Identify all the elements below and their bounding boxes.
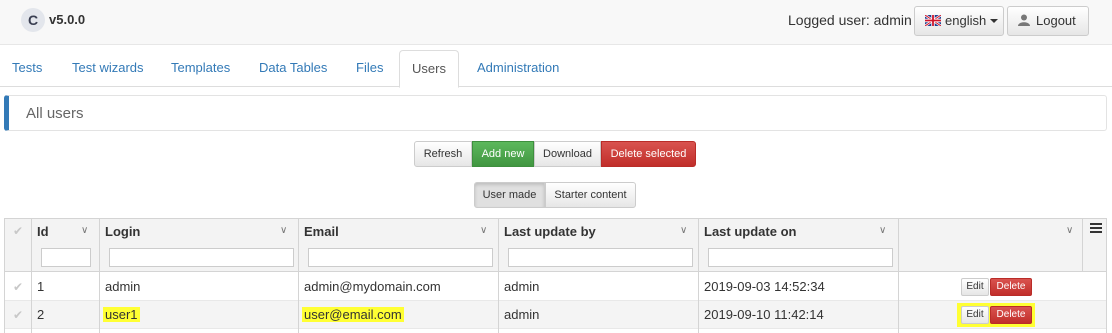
tab-tests[interactable]: Tests <box>0 50 54 87</box>
column-separator <box>31 219 32 333</box>
cell-id: 2 <box>37 307 45 322</box>
filter-last-update-by-input[interactable] <box>508 248 693 267</box>
tab-data-tables[interactable]: Data Tables <box>247 50 339 87</box>
download-button[interactable]: Download <box>534 141 601 167</box>
language-label: english <box>945 13 987 28</box>
column-separator <box>698 219 699 333</box>
panel-title: All users <box>26 105 84 122</box>
row-checkmark-icon[interactable]: ✔ <box>13 308 23 322</box>
users-grid: ✔ Id ∨ Login ∨ Email ∨ Last update by ∨ … <box>4 218 1107 333</box>
panel-header: All users <box>4 95 1107 131</box>
delete-selected-button[interactable]: Delete selected <box>601 141 696 167</box>
column-header-last-update-by[interactable]: Last update by <box>504 224 596 239</box>
tab-files[interactable]: Files <box>344 50 395 87</box>
edit-button[interactable]: Edit <box>961 306 989 324</box>
table-row[interactable]: ✔ 1 admin admin@mydomain.com admin 2019-… <box>5 273 1106 301</box>
cell-last-update-by: admin <box>504 279 540 294</box>
cell-last-update-by: admin <box>504 307 540 322</box>
row-checkmark-icon[interactable]: ✔ <box>13 280 23 294</box>
cell-email: user@email.com <box>302 307 404 322</box>
main-tabs: Tests Test wizards Templates Data Tables… <box>0 50 1112 88</box>
add-new-button[interactable]: Add new <box>472 141 534 167</box>
chevron-down-icon[interactable]: ∨ <box>81 225 88 236</box>
logout-label: Logout <box>1036 13 1076 28</box>
top-navbar: C v5.0.0 Logged user: admin english Logo… <box>0 0 1112 45</box>
chevron-down-icon[interactable]: ∨ <box>280 225 287 236</box>
column-header-email[interactable]: Email <box>304 224 339 239</box>
column-header-id[interactable]: Id <box>37 224 49 239</box>
delete-button[interactable]: Delete <box>990 306 1032 324</box>
edit-button[interactable]: Edit <box>961 278 989 296</box>
filter-login-input[interactable] <box>109 248 294 267</box>
filter-last-update-on-input[interactable] <box>708 248 893 267</box>
user-made-toggle[interactable]: User made <box>474 182 545 208</box>
chevron-down-icon[interactable]: ∨ <box>879 225 886 236</box>
column-separator <box>99 219 100 333</box>
logged-user-label: Logged user: admin <box>788 12 912 28</box>
column-separator <box>1082 219 1083 272</box>
cell-login: admin <box>105 279 141 294</box>
column-separator <box>898 219 899 333</box>
chevron-down-icon[interactable]: ∨ <box>480 225 487 236</box>
cell-email: admin@mydomain.com <box>304 279 441 294</box>
filter-email-input[interactable] <box>308 248 493 267</box>
uk-flag-icon <box>925 15 941 26</box>
refresh-button[interactable]: Refresh <box>414 141 472 167</box>
column-separator <box>498 219 499 333</box>
cell-last-update-on: 2019-09-03 14:52:34 <box>704 279 825 294</box>
app-version: v5.0.0 <box>49 12 86 27</box>
column-header-login[interactable]: Login <box>105 224 140 239</box>
tab-templates[interactable]: Templates <box>159 50 242 87</box>
user-icon <box>1018 14 1030 26</box>
chevron-down-icon <box>990 19 999 23</box>
filter-id-input[interactable] <box>41 248 91 267</box>
language-dropdown[interactable]: english <box>914 6 1004 36</box>
logout-button[interactable]: Logout <box>1007 6 1089 36</box>
chevron-down-icon[interactable]: ∨ <box>1066 225 1073 236</box>
tab-test-wizards[interactable]: Test wizards <box>60 50 156 87</box>
app-logo[interactable]: C <box>21 8 45 32</box>
delete-button[interactable]: Delete <box>990 278 1032 296</box>
tab-administration[interactable]: Administration <box>465 50 571 87</box>
cell-id: 1 <box>37 279 45 294</box>
table-row[interactable]: ✔ 2 user1 user@email.com admin 2019-09-1… <box>5 301 1106 329</box>
grid-header: ✔ Id ∨ Login ∨ Email ∨ Last update by ∨ … <box>5 219 1106 272</box>
hamburger-menu-icon[interactable] <box>1090 223 1102 233</box>
cell-last-update-on: 2019-09-10 11:42:14 <box>704 307 824 322</box>
column-header-last-update-on[interactable]: Last update on <box>704 224 796 239</box>
select-all-checkmark-icon[interactable]: ✔ <box>13 224 23 238</box>
chevron-down-icon[interactable]: ∨ <box>680 225 687 236</box>
starter-content-toggle[interactable]: Starter content <box>545 182 636 208</box>
tab-users[interactable]: Users <box>399 50 459 88</box>
cell-login: user1 <box>103 307 140 322</box>
column-separator <box>298 219 299 333</box>
